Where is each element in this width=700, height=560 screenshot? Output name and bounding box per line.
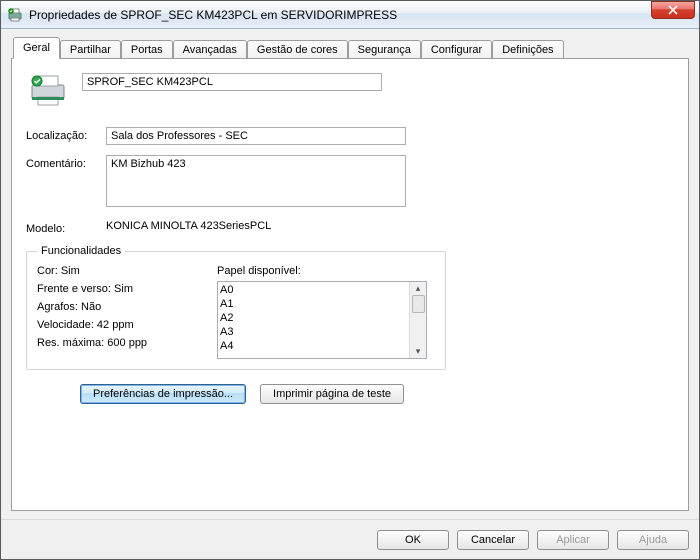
printer-icon bbox=[28, 73, 68, 109]
paper-available-label: Papel disponível: bbox=[217, 265, 435, 277]
printer-name-row bbox=[26, 73, 674, 109]
model-value: KONICA MINOLTA 423SeriesPCL bbox=[106, 220, 271, 235]
features-left: Cor: Sim Frente e verso: Sim Agrafos: Nã… bbox=[37, 265, 217, 359]
location-row: Localização: bbox=[26, 127, 674, 145]
scrollbar[interactable]: ▴ ▾ bbox=[409, 282, 426, 358]
tab-gestao-cores[interactable]: Gestão de cores bbox=[247, 40, 348, 60]
list-item[interactable]: A3 bbox=[220, 325, 407, 339]
tab-definicoes[interactable]: Definições bbox=[492, 40, 563, 60]
list-item[interactable]: A4 bbox=[220, 339, 407, 353]
printer-name-input[interactable] bbox=[82, 73, 382, 91]
properties-window: Propriedades de SPROF_SEC KM423PCL em SE… bbox=[0, 0, 700, 560]
list-item[interactable]: A1 bbox=[220, 297, 407, 311]
ok-button[interactable]: OK bbox=[377, 530, 449, 550]
feature-staple: Agrafos: Não bbox=[37, 301, 217, 313]
scroll-down-icon[interactable]: ▾ bbox=[416, 347, 421, 356]
scroll-thumb[interactable] bbox=[412, 295, 425, 313]
list-item[interactable]: A2 bbox=[220, 311, 407, 325]
tab-geral[interactable]: Geral bbox=[13, 37, 60, 59]
cancel-button[interactable]: Cancelar bbox=[457, 530, 529, 550]
location-input[interactable] bbox=[106, 127, 406, 145]
tab-partilhar[interactable]: Partilhar bbox=[60, 40, 121, 60]
feature-speed: Velocidade: 42 ppm bbox=[37, 319, 217, 331]
printing-preferences-button[interactable]: Preferências de impressão... bbox=[80, 384, 246, 404]
window-title: Propriedades de SPROF_SEC KM423PCL em SE… bbox=[29, 8, 695, 22]
feature-maxres: Res. máxima: 600 ppp bbox=[37, 337, 217, 349]
titlebar[interactable]: Propriedades de SPROF_SEC KM423PCL em SE… bbox=[1, 1, 699, 29]
apply-button[interactable]: Aplicar bbox=[537, 530, 609, 550]
list-item[interactable]: A0 bbox=[220, 283, 407, 297]
features-legend: Funcionalidades bbox=[37, 245, 125, 257]
feature-duplex: Frente e verso: Sim bbox=[37, 283, 217, 295]
feature-color: Cor: Sim bbox=[37, 265, 217, 277]
dialog-button-bar: OK Cancelar Aplicar Ajuda bbox=[1, 519, 699, 559]
comment-input[interactable] bbox=[106, 155, 406, 207]
model-row: Modelo: KONICA MINOLTA 423SeriesPCL bbox=[26, 220, 674, 235]
comment-label: Comentário: bbox=[26, 155, 106, 170]
paper-list[interactable]: A0 A1 A2 A3 A4 ▴ ▾ bbox=[217, 281, 427, 359]
printer-app-icon bbox=[7, 7, 23, 23]
tab-configurar[interactable]: Configurar bbox=[421, 40, 492, 60]
help-button[interactable]: Ajuda bbox=[617, 530, 689, 550]
client-area: Geral Partilhar Portas Avançadas Gestão … bbox=[1, 29, 699, 519]
tab-portas[interactable]: Portas bbox=[121, 40, 173, 60]
action-button-row: Preferências de impressão... Imprimir pá… bbox=[80, 384, 674, 404]
close-icon bbox=[668, 5, 678, 15]
tab-seguranca[interactable]: Segurança bbox=[348, 40, 421, 60]
model-label: Modelo: bbox=[26, 220, 106, 235]
tab-page-geral: Localização: Comentário: Modelo: KONICA … bbox=[11, 58, 689, 511]
tab-strip: Geral Partilhar Portas Avançadas Gestão … bbox=[11, 37, 689, 59]
features-group: Funcionalidades Cor: Sim Frente e verso:… bbox=[26, 245, 446, 370]
paper-list-items: A0 A1 A2 A3 A4 bbox=[218, 282, 409, 358]
print-test-page-button[interactable]: Imprimir página de teste bbox=[260, 384, 404, 404]
comment-row: Comentário: bbox=[26, 155, 674, 210]
location-label: Localização: bbox=[26, 127, 106, 142]
tab-avancadas[interactable]: Avançadas bbox=[173, 40, 247, 60]
scroll-up-icon[interactable]: ▴ bbox=[416, 284, 421, 293]
close-button[interactable] bbox=[651, 1, 695, 19]
